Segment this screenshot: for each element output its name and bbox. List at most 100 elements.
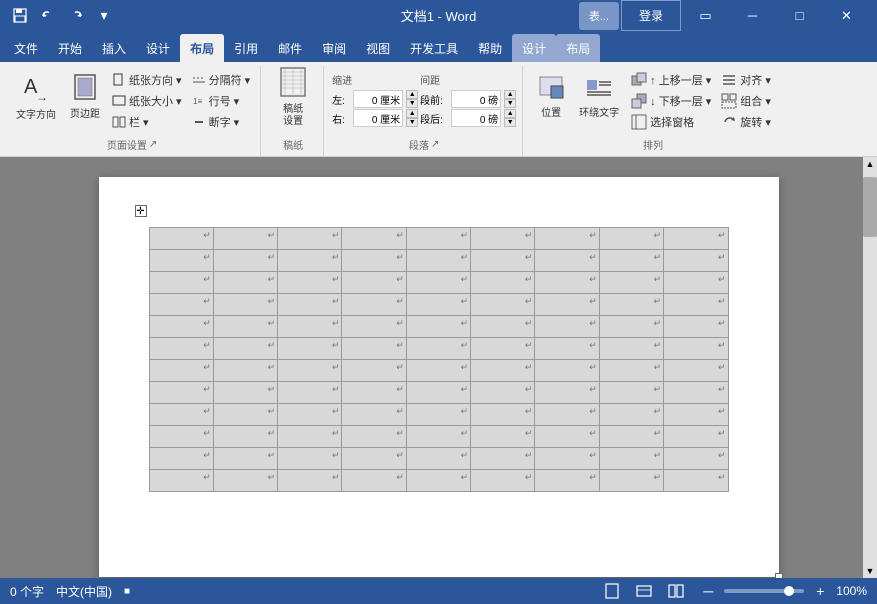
table-cell[interactable]: [535, 316, 599, 338]
table-cell[interactable]: [342, 382, 406, 404]
send-backward-button[interactable]: ↓ 下移一层 ▾: [627, 91, 715, 111]
table-cell[interactable]: [213, 360, 277, 382]
table-cell[interactable]: [149, 470, 213, 492]
table-cell[interactable]: [535, 338, 599, 360]
table-cell[interactable]: [278, 448, 342, 470]
paper-size-button[interactable]: 纸张大小 ▾: [108, 91, 186, 111]
bring-forward-button[interactable]: ↑ 上移一层 ▾: [627, 70, 715, 90]
table-cell[interactable]: [664, 250, 728, 272]
table-cell[interactable]: [149, 448, 213, 470]
breaks-button[interactable]: 分隔符 ▾: [188, 70, 255, 90]
table-cell[interactable]: [213, 382, 277, 404]
table-cell[interactable]: [149, 272, 213, 294]
table-cell[interactable]: [406, 316, 470, 338]
table-cell[interactable]: [278, 250, 342, 272]
table-cell[interactable]: [213, 228, 277, 250]
indent-right-up[interactable]: ▲: [406, 109, 418, 118]
table-cell[interactable]: [342, 404, 406, 426]
table-cell[interactable]: [535, 470, 599, 492]
spacing-after-down[interactable]: ▼: [504, 118, 516, 127]
group-button[interactable]: 组合 ▾: [717, 91, 775, 111]
position-button[interactable]: 位置: [531, 68, 571, 126]
table-cell[interactable]: [599, 382, 663, 404]
scroll-up-button[interactable]: ▲: [863, 157, 877, 171]
table-cell[interactable]: [664, 470, 728, 492]
tab-references[interactable]: 引用: [224, 34, 268, 62]
spacing-before-down[interactable]: ▼: [504, 99, 516, 108]
table-cell[interactable]: [664, 272, 728, 294]
table-cell[interactable]: [342, 338, 406, 360]
indent-left-up[interactable]: ▲: [406, 90, 418, 99]
table-cell[interactable]: [471, 404, 535, 426]
align-button[interactable]: 对齐 ▾: [717, 70, 775, 90]
table-cell[interactable]: [535, 360, 599, 382]
table-cell[interactable]: [471, 294, 535, 316]
draft-settings-button[interactable]: 稿纸设置: [269, 68, 317, 126]
table-cell[interactable]: [406, 228, 470, 250]
table-cell[interactable]: [599, 228, 663, 250]
table-cell[interactable]: [213, 294, 277, 316]
table-cell[interactable]: [471, 360, 535, 382]
table-cell[interactable]: [149, 338, 213, 360]
tab-help[interactable]: 帮助: [468, 34, 512, 62]
table-cell[interactable]: [599, 316, 663, 338]
line-numbers-button[interactable]: 1≡ 行号 ▾: [188, 91, 255, 111]
table-cell[interactable]: [535, 426, 599, 448]
table-cell[interactable]: [342, 228, 406, 250]
table-cell[interactable]: [471, 382, 535, 404]
tab-table-design[interactable]: 设计: [512, 34, 556, 62]
table-cell[interactable]: [471, 316, 535, 338]
table-cell[interactable]: [406, 360, 470, 382]
table-cell[interactable]: [406, 338, 470, 360]
table-cell[interactable]: [471, 338, 535, 360]
table-cell[interactable]: [342, 316, 406, 338]
table-cell[interactable]: [278, 360, 342, 382]
table-cell[interactable]: [149, 404, 213, 426]
wrap-text-button[interactable]: 环绕文字: [573, 68, 625, 126]
table-cell[interactable]: [535, 228, 599, 250]
table-cell[interactable]: [213, 316, 277, 338]
table-cell[interactable]: [535, 250, 599, 272]
table-move-handle[interactable]: ✛: [135, 205, 147, 217]
save-button[interactable]: [8, 4, 32, 28]
tab-mailings[interactable]: 邮件: [268, 34, 312, 62]
indent-left-input[interactable]: [353, 90, 403, 108]
redo-button[interactable]: [64, 4, 88, 28]
selection-pane-button[interactable]: 选择窗格: [627, 112, 715, 132]
scrollbar-thumb[interactable]: [863, 177, 877, 237]
table-cell[interactable]: [664, 294, 728, 316]
table-cell[interactable]: [471, 426, 535, 448]
tab-home[interactable]: 开始: [48, 34, 92, 62]
minimize-button[interactable]: ─: [730, 0, 775, 31]
restore-button[interactable]: □: [777, 0, 822, 31]
table-cell[interactable]: [278, 404, 342, 426]
spacing-after-input[interactable]: [451, 109, 501, 127]
table-cell[interactable]: [213, 470, 277, 492]
table-cell[interactable]: [213, 448, 277, 470]
table-cell[interactable]: [406, 426, 470, 448]
tab-review[interactable]: 审阅: [312, 34, 356, 62]
table-cell[interactable]: [664, 404, 728, 426]
tab-design[interactable]: 设计: [136, 34, 180, 62]
table-cell[interactable]: [664, 426, 728, 448]
rotate-button[interactable]: 旋转 ▾: [717, 112, 775, 132]
tab-insert[interactable]: 插入: [92, 34, 136, 62]
table-cell[interactable]: [278, 426, 342, 448]
table-cell[interactable]: [535, 294, 599, 316]
undo-button[interactable]: [36, 4, 60, 28]
table-cell[interactable]: [471, 250, 535, 272]
spacing-after-up[interactable]: ▲: [504, 109, 516, 118]
zoom-slider[interactable]: [724, 589, 804, 593]
table-cell[interactable]: [342, 470, 406, 492]
customize-qat-button[interactable]: ▾: [92, 4, 116, 28]
tab-table-layout[interactable]: 布局: [556, 34, 600, 62]
vertical-scrollbar[interactable]: ▲ ▼: [863, 157, 877, 578]
close-button[interactable]: ✕: [824, 0, 869, 31]
table-cell[interactable]: [664, 448, 728, 470]
spacing-before-spinner[interactable]: ▲ ▼: [504, 90, 516, 108]
table-cell[interactable]: [406, 382, 470, 404]
table-cell[interactable]: [471, 448, 535, 470]
table-cell[interactable]: [342, 250, 406, 272]
table-cell[interactable]: [278, 382, 342, 404]
table-cell[interactable]: [599, 338, 663, 360]
